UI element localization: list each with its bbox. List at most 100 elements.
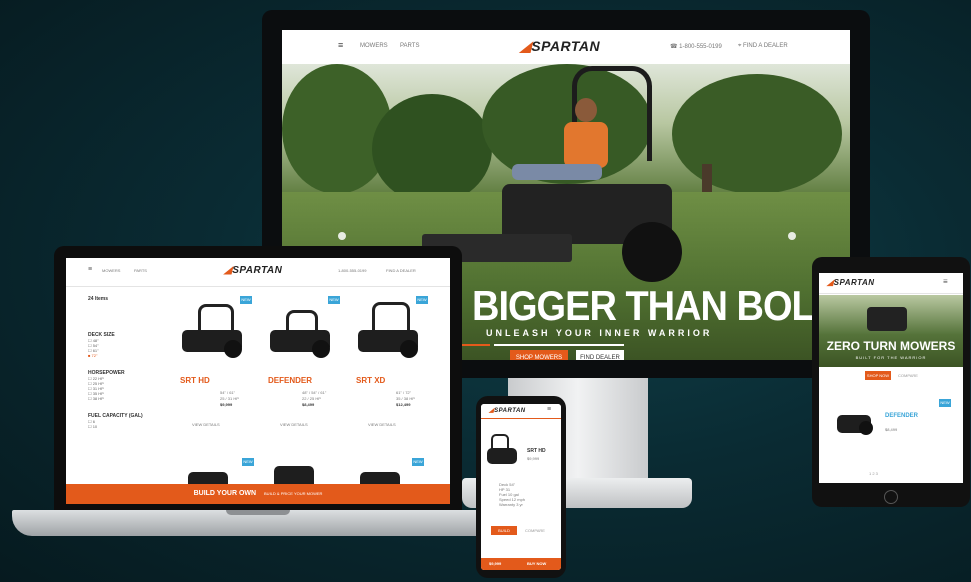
- shop-now-button[interactable]: SHOP NOW: [865, 371, 891, 380]
- tablet-hero-title: ZERO TURN MOWERS: [826, 339, 956, 353]
- find-dealer-button[interactable]: FIND DEALER: [576, 350, 624, 360]
- nav-link-parts[interactable]: PARTS: [400, 43, 419, 49]
- mower-rops-bar: [372, 302, 410, 333]
- product-spec-hp: 25 / 31 HP: [220, 396, 239, 401]
- home-button-icon[interactable]: [884, 490, 898, 504]
- buy-now-button[interactable]: BUY NOW: [527, 561, 546, 566]
- operator-shirt: [564, 122, 608, 168]
- filter-sidebar: 24 Items DECK SIZE ☐ 48" ☐ 54" ☐ 61" ■ 7…: [88, 296, 160, 486]
- spartan-logo[interactable]: ◢SPARTAN: [827, 278, 875, 287]
- new-badge: NEW: [240, 296, 252, 304]
- logo-text: SPARTAN: [833, 278, 875, 287]
- product-price: $9,999: [527, 456, 540, 461]
- hero-subtitle: UNLEASH YOUR INNER WARRIOR: [486, 328, 713, 338]
- option-label: 10: [92, 424, 98, 429]
- product-spec-hp: 22 / 25 HP: [302, 396, 321, 401]
- logo-mark-icon: ◢: [520, 38, 532, 54]
- mower-rear-wheel: [622, 222, 682, 282]
- smartphone: ◢SPARTAN ≡ SRT HD $9,999 Deck 54" HP 31 …: [476, 396, 566, 578]
- logo-mark-icon: ◢: [827, 278, 834, 287]
- tablet-product-card[interactable]: NEW DEFENDER $8,499: [827, 397, 955, 453]
- tree-mid: [372, 94, 492, 204]
- menu-icon[interactable]: ≡: [88, 266, 92, 273]
- bottom-price: $9,999: [489, 561, 502, 566]
- tree-right: [672, 74, 842, 194]
- product-spec-deck: 61" / 72": [396, 390, 412, 395]
- view-details-link[interactable]: VIEW DETAILS: [368, 422, 396, 427]
- mower-wheel: [312, 340, 330, 358]
- laptop-base: [12, 510, 504, 536]
- mower-image: [487, 448, 517, 464]
- phone-link[interactable]: ☎ 1-800-555-0199: [670, 43, 722, 50]
- product-name[interactable]: SRT XD: [356, 376, 385, 385]
- product-spec-hp: 35 / 38 HP: [396, 396, 415, 401]
- product-price: $8,499: [885, 427, 898, 432]
- operator-legs: [512, 164, 602, 180]
- product-name[interactable]: DEFENDER: [268, 376, 312, 385]
- logo-mark-icon: ◢: [224, 265, 233, 276]
- compare-button[interactable]: COMPARE: [521, 526, 549, 535]
- hero-title: BIGGER THAN BOLD: [472, 283, 841, 331]
- spec-list: Deck 54" HP 31 Fuel 10 gal Speed 12 mph …: [499, 482, 525, 507]
- tablet-hero: ZERO TURN MOWERS BUILT FOR THE WARRIOR: [819, 295, 963, 367]
- logo-text: SPARTAN: [531, 38, 601, 54]
- option-label: 38 HP: [92, 396, 104, 401]
- product-card[interactable]: NEW SRT XD 61" / 72" 35 / 38 HP $12,499 …: [350, 296, 432, 436]
- build-button[interactable]: BUILD: [491, 526, 517, 535]
- laptop: ≡ MOWERS PARTS ◢SPARTAN 1-800-555-0199 F…: [54, 246, 462, 516]
- spartan-logo[interactable]: ◢SPARTAN: [520, 38, 600, 55]
- cta-label: BUILD YOUR OWN: [193, 490, 257, 497]
- view-details-link[interactable]: VIEW DETAILS: [192, 422, 220, 427]
- mower-rops-bar: [198, 304, 234, 333]
- pagination[interactable]: 1 2 3: [869, 471, 878, 476]
- product-name[interactable]: DEFENDER: [885, 413, 918, 419]
- product-price: $9,999: [220, 402, 233, 407]
- mower-image: [867, 307, 907, 331]
- product-spec-deck: 48" / 54" / 61": [302, 390, 327, 395]
- menu-icon[interactable]: ≡: [943, 277, 948, 286]
- product-name[interactable]: SRT HD: [180, 376, 210, 385]
- new-badge: NEW: [416, 296, 428, 304]
- nav-link-mowers[interactable]: MOWERS: [102, 268, 120, 273]
- compare-button[interactable]: COMPARE: [895, 371, 921, 380]
- logo-text: SPARTAN: [232, 265, 283, 276]
- menu-icon[interactable]: ≡: [338, 40, 343, 50]
- filter-option[interactable]: ☐ 10: [88, 424, 160, 429]
- view-details-link[interactable]: VIEW DETAILS: [280, 422, 308, 427]
- laptop-notch: [226, 510, 290, 515]
- mower-wheel: [400, 340, 418, 358]
- carousel-prev-icon[interactable]: [338, 232, 346, 240]
- menu-icon[interactable]: ≡: [547, 406, 551, 413]
- product-price: $12,499: [396, 402, 411, 407]
- product-card[interactable]: NEW SRT HD 54" / 61" 25 / 31 HP $9,999 V…: [174, 296, 256, 436]
- new-badge: NEW: [939, 399, 951, 407]
- phone-number[interactable]: 1-800-555-0199: [338, 268, 366, 273]
- new-badge: NEW: [242, 458, 254, 466]
- new-badge: NEW: [412, 458, 424, 466]
- mower-wheel: [859, 421, 873, 435]
- dealer-link[interactable]: FIND A DEALER: [386, 268, 416, 273]
- product-name: SRT HD: [527, 448, 546, 454]
- nav-link-mowers[interactable]: MOWERS: [360, 43, 388, 49]
- phone-bottom-bar: $9,999 BUY NOW: [481, 558, 561, 570]
- phone-nav-bar: ◢SPARTAN ≡: [481, 404, 561, 419]
- desktop-nav-bar: ≡ MOWERS PARTS ◢SPARTAN ☎ 1-800-555-0199…: [282, 30, 850, 65]
- spartan-logo[interactable]: ◢SPARTAN: [489, 407, 526, 414]
- cta-sub: BUILD & PRICE YOUR MOWER: [264, 491, 323, 496]
- build-your-own-bar[interactable]: BUILD YOUR OWN BUILD & PRICE YOUR MOWER: [66, 484, 450, 504]
- carousel-next-icon[interactable]: [788, 232, 796, 240]
- tablet-screen: ◢SPARTAN ≡ ZERO TURN MOWERS BUILT FOR TH…: [819, 273, 963, 483]
- operator-head: [575, 98, 597, 122]
- new-badge: NEW: [328, 296, 340, 304]
- phone-number: 1-800-555-0199: [679, 44, 722, 50]
- logo-text: SPARTAN: [494, 408, 526, 414]
- option-label: 72": [91, 353, 98, 358]
- shop-mowers-button[interactable]: SHOP MOWERS: [510, 350, 568, 360]
- product-spec-deck: 54" / 61": [220, 390, 236, 395]
- product-card[interactable]: NEW DEFENDER 48" / 54" / 61" 22 / 25 HP …: [262, 296, 344, 436]
- mower-wheel: [224, 340, 242, 358]
- nav-link-parts[interactable]: PARTS: [134, 268, 147, 273]
- dealer-link[interactable]: ⌖ FIND A DEALER: [738, 43, 788, 50]
- spartan-logo[interactable]: ◢SPARTAN: [224, 265, 282, 276]
- carousel-progress-track: [494, 344, 624, 346]
